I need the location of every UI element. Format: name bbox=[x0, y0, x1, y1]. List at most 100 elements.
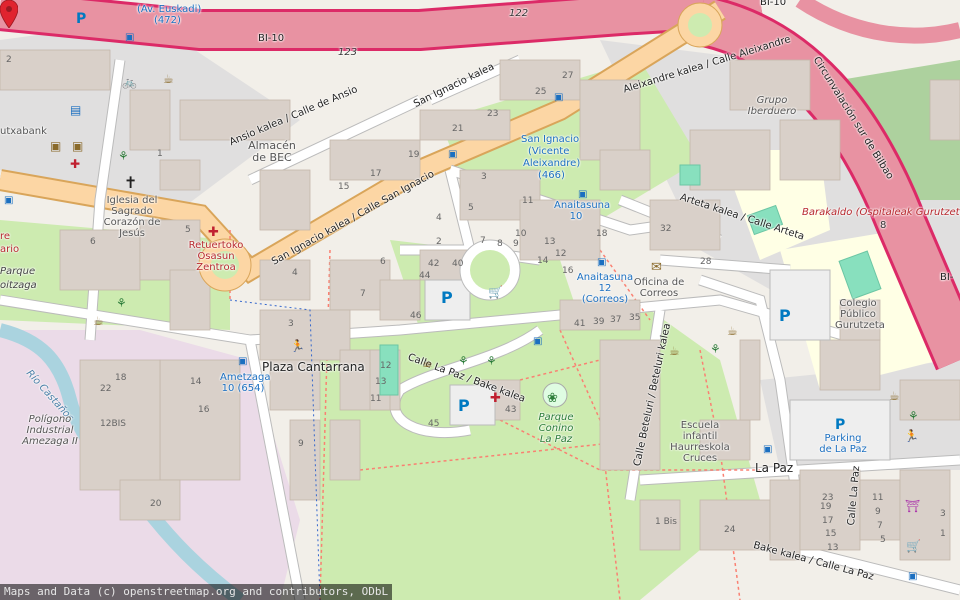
hospital-icon: ✚ bbox=[70, 157, 81, 171]
bus-stop-icon[interactable]: ▣ bbox=[554, 93, 563, 103]
fitness-icon: 🏃 bbox=[290, 339, 305, 353]
parking-icon: P bbox=[835, 417, 846, 433]
bus-stop-icon[interactable]: ▣ bbox=[578, 190, 587, 200]
house-number: 7 bbox=[877, 521, 883, 531]
house-number: 11 bbox=[872, 493, 884, 503]
poi-parque-left: Parque bbox=[0, 266, 36, 277]
bank-icon: ▣ bbox=[50, 139, 62, 153]
house-number: 10 bbox=[515, 229, 527, 239]
house-number: 2 bbox=[6, 55, 12, 65]
poi-iglesia: Iglesia del Sagrado Corazón de Jesús bbox=[103, 195, 161, 239]
house-number: 24 bbox=[724, 525, 736, 535]
house-number: 12BIS bbox=[100, 419, 126, 429]
bus-472: (472) bbox=[154, 15, 181, 26]
house-number: 44 bbox=[419, 271, 431, 281]
house-number: 5 bbox=[185, 225, 191, 235]
attribution: Maps and Data (c) openstreetmap.org and … bbox=[0, 584, 393, 600]
bus-stop-icon[interactable]: ▣ bbox=[908, 572, 917, 582]
bus-stop-icon[interactable]: ▣ bbox=[238, 357, 247, 367]
poi-retuertoko: Retuertoko Osasun Zentroa bbox=[188, 240, 244, 273]
bus-aleixandre: Aleixandre) bbox=[523, 158, 581, 169]
house-number: 15 bbox=[825, 529, 837, 539]
house-number: 13 bbox=[375, 377, 387, 387]
parking-icon: P bbox=[76, 11, 87, 27]
house-number: 11 bbox=[522, 196, 534, 206]
house-number: 19 bbox=[408, 150, 420, 160]
house-number: 11 bbox=[370, 394, 382, 404]
library-icon: ▤ bbox=[70, 103, 82, 117]
bus-anaitasuna-10: Anaitasuna 10 bbox=[554, 200, 611, 222]
house-number: 3 bbox=[288, 319, 294, 329]
cafe-icon: ☕ bbox=[727, 324, 738, 338]
bus-stop-icon[interactable]: ▣ bbox=[4, 196, 13, 206]
road-ref-8: 8 bbox=[880, 220, 887, 231]
house-number: 18 bbox=[115, 373, 127, 383]
parking-icon: P bbox=[458, 396, 470, 415]
parking-lot bbox=[769, 269, 831, 341]
house-number: 17 bbox=[370, 169, 382, 179]
bus-stop-icon[interactable]: ▣ bbox=[125, 33, 134, 43]
house-number: 40 bbox=[452, 259, 464, 269]
poi-colegio: Colegio Público Gurutzeta bbox=[835, 298, 885, 331]
house-number: 16 bbox=[562, 266, 574, 276]
house-number: 14 bbox=[537, 256, 549, 266]
map-view[interactable]: BI-10 BI-10 BI- 122 123 8 Ansio kalea / … bbox=[0, 0, 960, 600]
house-number: 27 bbox=[562, 71, 574, 81]
house-number: 19 bbox=[820, 502, 832, 512]
house-number: 25 bbox=[535, 87, 547, 97]
bus-ametzaga: Ametzaga 10 (654) bbox=[220, 372, 271, 394]
house-number: 14 bbox=[190, 377, 202, 387]
house-number: 9 bbox=[875, 507, 881, 517]
park-icon: ❀ bbox=[547, 391, 558, 406]
location-marker-icon[interactable] bbox=[0, 0, 18, 28]
place-plaza-cantarrana: Plaza Cantarrana bbox=[262, 360, 365, 374]
playground-icon: ⚘ bbox=[486, 354, 497, 368]
house-number: 6 bbox=[90, 237, 96, 247]
parking-icon: P bbox=[441, 288, 453, 307]
bus-vicente: (Vicente bbox=[528, 146, 570, 157]
house-number: 3 bbox=[481, 172, 487, 182]
bus-stop-icon[interactable]: ▣ bbox=[448, 150, 457, 160]
house-number: 7 bbox=[480, 236, 486, 246]
bus-euskadi: (Av. Euskadi) bbox=[137, 4, 202, 15]
church-icon: ✝ bbox=[124, 173, 138, 192]
house-number: 41 bbox=[574, 319, 586, 329]
poi-poligono: Polígono Industrial Amezaga II bbox=[22, 414, 78, 447]
house-number: 6 bbox=[380, 257, 386, 267]
house-number: 1 bbox=[940, 529, 946, 539]
hospital-icon: ✚ bbox=[490, 391, 501, 406]
cafe-icon: ☕ bbox=[669, 344, 680, 358]
bus-stop-icon[interactable]: ▣ bbox=[533, 337, 542, 347]
bus-stop-icon[interactable]: ▣ bbox=[763, 445, 772, 455]
road-label-bi-far: BI- bbox=[940, 272, 954, 283]
house-number: 5 bbox=[468, 203, 474, 213]
bus-stop-icon[interactable]: ▣ bbox=[597, 258, 606, 268]
house-number: 35 bbox=[629, 313, 641, 323]
house-number: 18 bbox=[596, 229, 608, 239]
house-number: 12 bbox=[380, 361, 392, 371]
house-number: 37 bbox=[610, 315, 622, 325]
house-number: 4 bbox=[292, 268, 298, 278]
house-number: 23 bbox=[487, 109, 499, 119]
map-canvas[interactable] bbox=[0, 0, 960, 600]
house-number: 2 bbox=[436, 237, 442, 247]
house-number: 1 bbox=[157, 149, 163, 159]
playground-icon: ⚘ bbox=[710, 342, 721, 356]
house-number: 16 bbox=[198, 405, 210, 415]
house-number: 9 bbox=[298, 439, 304, 449]
sports-pitch bbox=[679, 164, 701, 186]
poi-re: re bbox=[0, 231, 11, 242]
house-number: 12 bbox=[555, 249, 567, 259]
house-number: 28 bbox=[700, 257, 712, 267]
house-number: 43 bbox=[505, 405, 517, 415]
fitness-icon: 🏃 bbox=[904, 429, 919, 443]
poi-kutxabank: utxabank bbox=[0, 126, 47, 137]
shop-icon: 🛒 bbox=[906, 539, 921, 553]
playground-icon: ⚘ bbox=[458, 354, 469, 368]
house-number: 39 bbox=[593, 317, 605, 327]
playground-icon: ⚘ bbox=[118, 149, 129, 163]
cafe-icon: ☕ bbox=[889, 389, 900, 403]
house-number: 4 bbox=[436, 213, 442, 223]
poi-almacen-bec: Almacén de BEC bbox=[248, 139, 296, 165]
road-ref-123: 123 bbox=[338, 47, 358, 58]
